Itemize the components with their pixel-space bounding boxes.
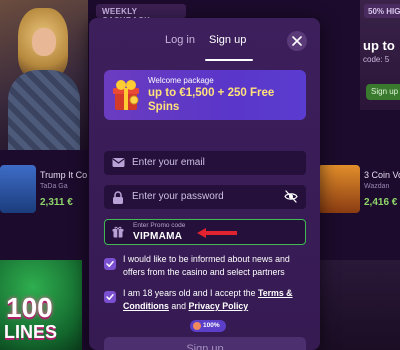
welcome-package-banner: Welcome package up to €1,500 + 250 Free … [104,70,306,120]
game-title-left: Trump It Co [40,170,88,180]
age-terms-checkbox[interactable] [104,291,116,303]
game-thumbnail-right-lower[interactable] [318,260,400,350]
checkmark-icon [106,294,114,300]
game-thumbnail-left[interactable] [0,165,36,213]
age-terms-prefix: I am 18 years old and I accept the [123,288,258,298]
password-placeholder: Enter your password [132,191,224,202]
email-placeholder: Enter your email [132,157,205,168]
weekly-cashback-tag: WEEKLY CASHBACK [96,4,186,25]
signup-modal: Log in Sign up Welcome package up to €1,… [89,18,320,350]
game-banner-line1: 100 [6,292,53,323]
news-consent-text: I would like to be informed about news a… [123,254,290,277]
arrow-left-icon [197,228,237,238]
progress-percent: 100% [203,322,220,329]
tab-login[interactable]: Log in [165,34,195,46]
email-field[interactable]: Enter your email [104,151,306,175]
signup-submit-button[interactable]: Sign up [104,337,306,350]
promo-title-right: up to [363,38,395,53]
gift-box-icon [113,80,139,110]
game-amount-left: 2,311 € [40,197,73,208]
promo-card-left [0,0,88,150]
promo-code-label: Enter Promo code [133,222,186,229]
eye-slash-icon[interactable] [284,190,298,203]
game-provider-right: Wazdan [364,183,390,190]
promo-code-field[interactable]: Enter Promo code VIPMAMA [104,219,306,245]
age-terms-text: I am 18 years old and I accept the Terms… [123,287,309,313]
age-terms-mid: and [168,301,189,311]
welcome-package-label: Welcome package [148,76,214,85]
game-title-right: 3 Coin Vo [364,170,400,180]
auth-tabs: Log in Sign up [89,18,320,62]
close-icon [292,36,302,46]
news-consent-checkbox[interactable] [104,258,116,270]
promo-tag-right: 50% HIG [364,4,400,18]
checkmark-icon [106,261,114,267]
lock-icon [113,191,123,204]
game-provider-left: TaDa Ga [40,183,68,190]
privacy-link[interactable]: Privacy Policy [189,301,249,311]
promo-code-right: code: 5 [363,55,390,64]
game-banner-line2: LINES [4,322,58,342]
promo-code-value: VIPMAMA [133,231,183,242]
welcome-package-offer: up to €1,500 + 250 Free Spins [148,87,275,113]
promo-card-right: 50% HIG up to code: 5 Sign up [360,0,400,110]
tab-signup[interactable]: Sign up [209,34,246,46]
background-signup-button[interactable]: Sign up [366,84,400,100]
password-field[interactable]: Enter your password [104,185,306,209]
progress-badge: 100% [190,320,226,332]
active-tab-indicator [205,59,253,61]
close-button[interactable] [287,31,307,51]
game-thumbnail-right[interactable] [318,165,360,213]
mushroom-icon [193,322,201,330]
gift-icon [112,226,124,238]
game-amount-right: 2,416 € [364,197,398,208]
envelope-icon [112,158,125,167]
